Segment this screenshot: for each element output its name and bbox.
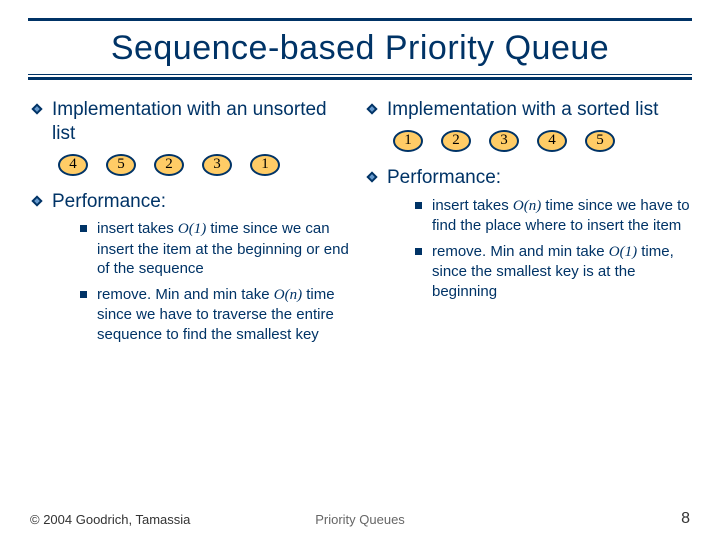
content-columns: Implementation with an unsorted list 4 5…	[0, 80, 720, 350]
perf-pre: remove. Min and min take	[432, 243, 609, 260]
perf-bigO: O(1)	[609, 244, 637, 260]
right-perf-heading: Performance:	[387, 166, 501, 190]
left-column: Implementation with an unsorted list 4 5…	[30, 98, 355, 350]
list-node: 4	[537, 130, 567, 152]
square-bullet-icon	[80, 225, 87, 232]
diamond-icon	[30, 102, 44, 116]
right-nodes: 1 2 3 4 5	[393, 130, 690, 152]
left-nodes: 4 5 2 3 1	[58, 154, 355, 176]
diamond-icon	[365, 170, 379, 184]
list-node: 5	[106, 154, 136, 176]
footer: © 2004 Goodrich, Tamassia Priority Queue…	[0, 510, 720, 528]
perf-item: insert takes O(n) time since we have to …	[415, 196, 690, 236]
perf-bigO: O(n)	[513, 198, 541, 214]
perf-bigO: O(n)	[274, 287, 302, 303]
list-node: 5	[585, 130, 615, 152]
list-node: 1	[393, 130, 423, 152]
square-bullet-icon	[80, 291, 87, 298]
square-bullet-icon	[415, 248, 422, 255]
slide: Sequence-based Priority Queue Implementa…	[0, 0, 720, 540]
perf-bigO: O(1)	[178, 221, 206, 237]
perf-text: insert takes O(1) time since we can inse…	[97, 219, 355, 279]
list-node: 4	[58, 154, 88, 176]
right-perf-list: insert takes O(n) time since we have to …	[415, 196, 690, 302]
right-heading: Implementation with a sorted list	[387, 98, 658, 122]
perf-text: remove. Min and min take O(n) time since…	[97, 285, 355, 345]
perf-item: remove. Min and min take O(n) time since…	[80, 285, 355, 345]
left-heading: Implementation with an unsorted list	[52, 98, 355, 146]
perf-text: insert takes O(n) time since we have to …	[432, 196, 690, 236]
left-heading-row: Implementation with an unsorted list	[30, 98, 355, 146]
diamond-icon	[30, 194, 44, 208]
rule-thin-1	[28, 74, 692, 75]
perf-pre: insert takes	[97, 220, 178, 237]
left-perf-list: insert takes O(1) time since we can inse…	[80, 219, 355, 344]
list-node: 3	[202, 154, 232, 176]
right-heading-row: Implementation with a sorted list	[365, 98, 690, 122]
perf-text: remove. Min and min take O(1) time, sinc…	[432, 242, 690, 302]
square-bullet-icon	[415, 202, 422, 209]
rule-top	[28, 18, 692, 21]
perf-pre: insert takes	[432, 197, 513, 214]
right-perf-heading-row: Performance:	[365, 166, 690, 190]
perf-item: remove. Min and min take O(1) time, sinc…	[415, 242, 690, 302]
perf-pre: remove. Min and min take	[97, 286, 274, 303]
diamond-icon	[365, 102, 379, 116]
list-node: 2	[441, 130, 471, 152]
left-perf-heading: Performance:	[52, 190, 166, 214]
list-node: 1	[250, 154, 280, 176]
slide-title: Sequence-based Priority Queue	[0, 29, 720, 68]
list-node: 2	[154, 154, 184, 176]
right-column: Implementation with a sorted list 1 2 3 …	[365, 98, 690, 350]
perf-item: insert takes O(1) time since we can inse…	[80, 219, 355, 279]
list-node: 3	[489, 130, 519, 152]
left-perf-heading-row: Performance:	[30, 190, 355, 214]
footer-title: Priority Queues	[0, 512, 720, 527]
